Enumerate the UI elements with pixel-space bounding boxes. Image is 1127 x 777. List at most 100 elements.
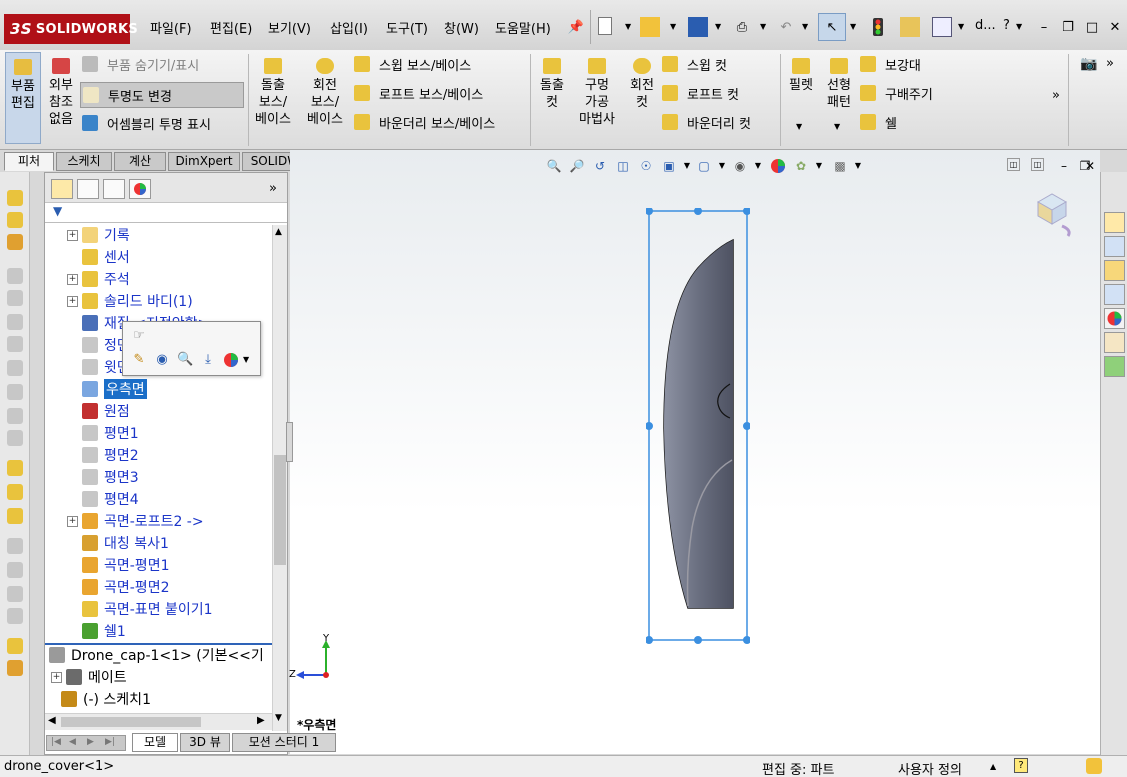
tree-item-surface-loft2[interactable]: + 곡면-로프트2 ->: [67, 510, 204, 532]
tree-item-sensors[interactable]: 센서: [67, 246, 130, 268]
solidworks-logo[interactable]: 3S SOLIDWORKS: [4, 14, 138, 44]
first-tab-icon[interactable]: |◀: [51, 737, 61, 747]
chevron-down-icon[interactable]: ▼: [850, 22, 856, 31]
tab-evaluate[interactable]: 계산: [114, 152, 166, 171]
open-folder-icon[interactable]: [640, 17, 660, 37]
tree-item-annotations[interactable]: + 주석: [67, 268, 130, 290]
maximize-icon[interactable]: □: [1082, 17, 1102, 37]
feature-tool-icon[interactable]: [7, 234, 23, 250]
feature-tool-icon[interactable]: [7, 384, 23, 400]
hide-show-icon[interactable]: ☞: [131, 328, 147, 344]
extruded-cut-button[interactable]: 돌출 컷: [534, 58, 570, 111]
hide-icon[interactable]: ◉: [154, 352, 170, 368]
edit-appearance-icon[interactable]: [770, 158, 786, 174]
section-view-icon[interactable]: ◫: [615, 158, 631, 174]
feature-tool-icon[interactable]: [7, 268, 23, 284]
status-help-button[interactable]: ?: [1014, 758, 1028, 773]
help-button[interactable]: ?: [1003, 18, 1010, 33]
tree-item-plane3[interactable]: 평면3: [67, 466, 139, 488]
feature-manager-tab-icon[interactable]: [51, 179, 73, 199]
chevron-down-icon[interactable]: ▼: [802, 22, 808, 31]
chevron-down-icon[interactable]: ▼: [625, 22, 631, 31]
appearance-icon[interactable]: [223, 352, 239, 368]
restore-icon[interactable]: ❐: [1058, 17, 1078, 37]
display-manager-tab-icon[interactable]: [129, 179, 151, 199]
options-icon[interactable]: [932, 17, 952, 37]
expand-icon[interactable]: +: [67, 229, 78, 241]
file-explorer-icon[interactable]: [1104, 260, 1125, 281]
pin-icon[interactable]: 📌: [566, 17, 586, 37]
tab-model[interactable]: 모델: [132, 733, 178, 752]
feature-tool-icon[interactable]: [7, 460, 23, 476]
feature-tool-icon[interactable]: [7, 660, 23, 676]
extruded-boss-button[interactable]: 돌출 보스/ 베이스: [252, 58, 294, 128]
split-view-icon[interactable]: ◫: [1031, 158, 1044, 171]
chevron-up-icon[interactable]: ▲: [990, 762, 996, 771]
chevron-down-icon[interactable]: ▼: [243, 355, 249, 364]
appearances-icon[interactable]: [1104, 308, 1125, 329]
scroll-thumb[interactable]: [274, 455, 286, 565]
expand-icon[interactable]: +: [67, 295, 78, 307]
feature-tool-icon[interactable]: [7, 408, 23, 424]
camera-icon[interactable]: 📷: [1080, 56, 1097, 72]
expand-panel-button[interactable]: »: [269, 181, 277, 196]
tree-item-origin[interactable]: 원점: [67, 400, 130, 422]
scroll-right-icon[interactable]: ▶: [257, 715, 265, 726]
select-arrow-icon[interactable]: ↖: [818, 13, 846, 41]
revolved-cut-button[interactable]: 회전 컷: [624, 58, 660, 111]
close-icon[interactable]: ✕: [1082, 158, 1098, 174]
view-palette-icon[interactable]: [1104, 284, 1125, 305]
feature-tool-icon[interactable]: [7, 484, 23, 500]
chevron-down-icon[interactable]: ▼: [1016, 22, 1022, 31]
minimize-icon[interactable]: –: [1034, 17, 1054, 37]
edit-part-button[interactable]: 부품 편집: [5, 52, 41, 144]
tree-item-front-plane[interactable]: 정면: [67, 334, 130, 356]
chevron-down-icon[interactable]: ▼: [811, 158, 827, 174]
menu-file[interactable]: 파일(F): [150, 18, 192, 37]
tree-item-plane1[interactable]: 평면1: [67, 422, 139, 444]
panel-splitter[interactable]: [286, 422, 293, 462]
tree-item-mirror1[interactable]: 대칭 복사1: [67, 532, 169, 554]
feature-tool-icon[interactable]: [7, 538, 23, 554]
swept-boss-button[interactable]: 스윕 보스/베이스: [354, 53, 471, 75]
hide-show-items-icon[interactable]: ◉: [732, 158, 748, 174]
expand-icon[interactable]: +: [67, 273, 78, 285]
menu-help[interactable]: 도움말(H): [495, 18, 551, 37]
feature-tool-icon[interactable]: [7, 212, 23, 228]
save-icon[interactable]: [688, 17, 708, 37]
chevron-down-icon[interactable]: ▼: [760, 22, 766, 31]
feature-tool-icon[interactable]: [7, 586, 23, 602]
zoom-to-fit-icon[interactable]: 🔍: [546, 158, 562, 174]
split-view-icon[interactable]: ◫: [1007, 158, 1020, 171]
sketch-icon[interactable]: ✎: [131, 352, 147, 368]
feature-tool-icon[interactable]: [7, 360, 23, 376]
tree-item-solid-bodies[interactable]: + 솔리드 바디(1): [67, 290, 193, 312]
tree-item-surface-plane1[interactable]: 곡면-평면1: [67, 554, 169, 576]
menu-view[interactable]: 보기(V): [268, 18, 311, 37]
tree-item-plane2[interactable]: 평면2: [67, 444, 139, 466]
assembly-transparency-button[interactable]: 어셈블리 투명 표시: [82, 112, 211, 134]
hide-show-components-button[interactable]: 부품 숨기기/표시: [82, 53, 199, 75]
vertical-scrollbar[interactable]: ▲ ▼: [272, 225, 287, 731]
draft-button[interactable]: 구배주기: [860, 82, 933, 104]
tab-sketch[interactable]: 스케치: [56, 152, 112, 171]
new-document-icon[interactable]: [598, 17, 612, 35]
forum-icon[interactable]: [1104, 356, 1125, 377]
prev-tab-icon[interactable]: ◀: [69, 737, 76, 747]
normal-to-icon[interactable]: ⤓: [200, 352, 216, 368]
feature-tool-icon[interactable]: [7, 430, 23, 446]
tree-filter[interactable]: ▼: [45, 203, 287, 223]
last-tab-icon[interactable]: ▶|: [105, 737, 115, 747]
property-manager-tab-icon[interactable]: [77, 179, 99, 199]
feature-tool-icon[interactable]: [7, 314, 23, 330]
chevron-down-icon[interactable]: ▼: [714, 158, 730, 174]
print-icon[interactable]: ⎙: [732, 17, 752, 37]
lofted-cut-button[interactable]: 로프트 컷: [662, 82, 739, 104]
menu-edit[interactable]: 편집(E): [210, 18, 252, 37]
no-external-references-button[interactable]: 외부 참조 없음: [44, 58, 78, 128]
tree-item-right-plane[interactable]: 우측면: [67, 378, 147, 400]
rebuild-traffic-light-icon[interactable]: [868, 17, 888, 37]
horizontal-scrollbar[interactable]: ◀ ▶: [45, 713, 272, 730]
apply-scene-icon[interactable]: ✿: [793, 158, 809, 174]
feature-tool-icon[interactable]: [7, 638, 23, 654]
